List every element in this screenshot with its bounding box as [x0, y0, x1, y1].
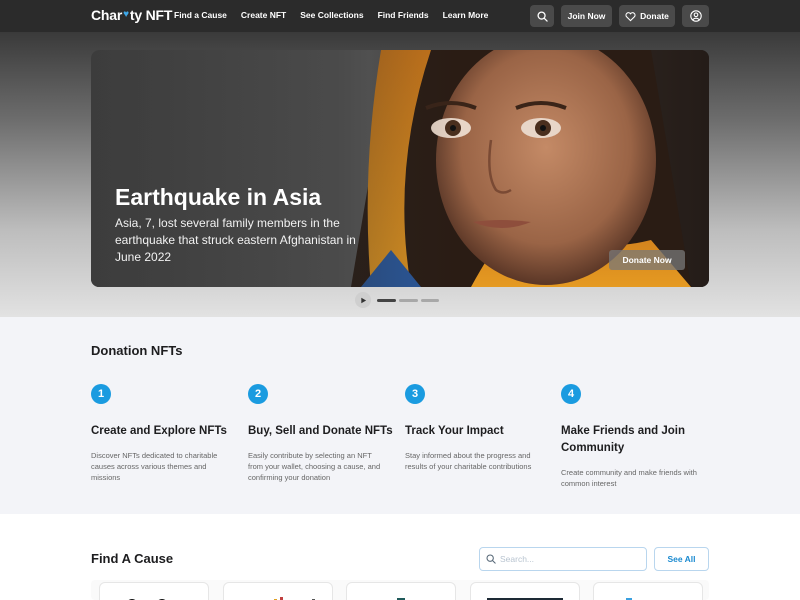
nav-create-nft[interactable]: Create NFT — [241, 10, 286, 20]
step-description: Stay informed about the progress and res… — [405, 451, 532, 471]
play-icon — [360, 297, 366, 303]
search-button[interactable] — [530, 5, 554, 27]
step-4: 4 Make Friends and Join Community Create… — [561, 384, 711, 488]
nav-links: Find a Cause Create NFT See Collections … — [174, 10, 488, 20]
carousel-indicator-3[interactable] — [421, 299, 439, 302]
cause-card[interactable] — [470, 582, 580, 600]
nav-see-collections[interactable]: See Collections — [300, 10, 363, 20]
step-3: 3 Track Your Impact Stay informed about … — [405, 384, 555, 471]
step-1: 1 Create and Explore NFTs Discover NFTs … — [91, 384, 241, 482]
step-title: Create and Explore NFTs — [91, 425, 227, 437]
donation-nfts-title: Donation NFTs — [91, 343, 183, 358]
heart-hand-icon — [625, 11, 636, 21]
hero-donate-now-button[interactable]: Donate Now — [609, 250, 685, 270]
step-title: Make Friends and Join Community — [561, 425, 685, 454]
step-number-badge: 3 — [405, 384, 425, 404]
logo[interactable]: Char ♥ ty NFT — [91, 7, 172, 23]
step-number-badge: 1 — [91, 384, 111, 404]
donation-nfts-section: Donation NFTs 1 Create and Explore NFTs … — [0, 317, 800, 514]
nav-find-friends[interactable]: Find Friends — [378, 10, 429, 20]
logo-text-end: ty NFT — [129, 7, 173, 23]
hero-title: Earthquake in Asia — [115, 184, 322, 210]
donate-button[interactable]: Donate — [619, 5, 675, 27]
step-description: Easily contribute by selecting an NFT fr… — [248, 451, 381, 482]
nav-find-cause[interactable]: Find a Cause — [174, 10, 227, 20]
hero-description: Asia, 7, lost several family members in … — [115, 216, 356, 264]
user-circle-icon — [689, 10, 702, 22]
cause-card[interactable] — [223, 582, 333, 600]
step-description: Discover NFTs dedicated to charitable ca… — [91, 451, 218, 482]
carousel-indicator-1[interactable] — [377, 299, 396, 302]
user-account-button[interactable] — [682, 5, 709, 27]
cause-card-image — [626, 598, 632, 600]
carousel-indicator-2[interactable] — [399, 299, 418, 302]
cause-card-image — [487, 598, 563, 600]
search-icon — [536, 10, 548, 22]
step-number-badge: 4 — [561, 384, 581, 404]
cause-card-image — [274, 597, 315, 600]
cause-card[interactable] — [346, 582, 456, 600]
step-description: Create community and make friends with c… — [561, 468, 697, 488]
see-all-button[interactable]: See All — [654, 547, 709, 571]
cause-search-field[interactable] — [479, 547, 647, 571]
cause-card[interactable] — [99, 582, 209, 600]
carousel-play-button[interactable] — [355, 292, 371, 308]
logo-text-start: Char — [91, 7, 123, 23]
cause-card[interactable] — [593, 582, 703, 600]
cause-card-image — [397, 598, 405, 600]
nav-learn-more[interactable]: Learn More — [443, 10, 489, 20]
cause-card-image — [128, 599, 166, 600]
step-number-badge: 2 — [248, 384, 268, 404]
search-icon — [486, 554, 496, 564]
join-now-button[interactable]: Join Now — [561, 5, 612, 27]
step-title: Buy, Sell and Donate NFTs — [248, 425, 393, 437]
heart-icon: ♥ — [123, 8, 129, 20]
step-2: 2 Buy, Sell and Donate NFTs Easily contr… — [248, 384, 398, 482]
cause-search-input[interactable] — [500, 554, 640, 564]
step-title: Track Your Impact — [405, 425, 504, 437]
hero-banner: Earthquake in Asia Asia, 7, lost several… — [91, 50, 709, 287]
find-a-cause-title: Find A Cause — [91, 551, 174, 566]
donate-button-label: Donate — [640, 11, 669, 21]
top-nav: Char ♥ ty NFT Find a Cause Create NFT See … — [0, 0, 800, 32]
